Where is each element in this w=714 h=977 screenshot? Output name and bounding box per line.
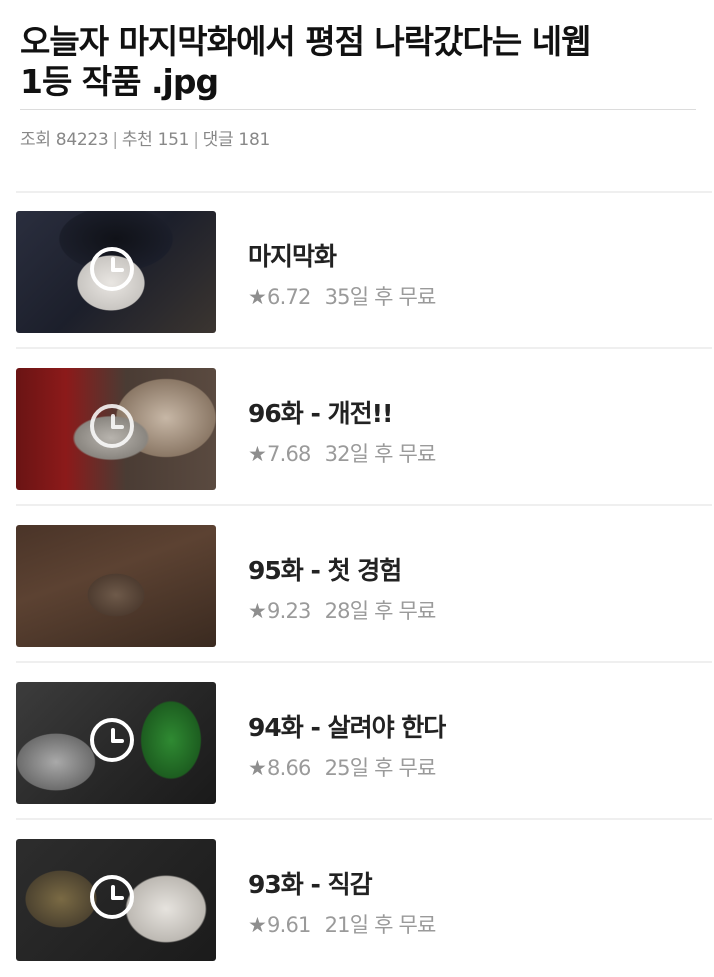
clock-icon: [90, 875, 134, 919]
episode-free-date: 35일 후 무료: [324, 285, 437, 309]
star-icon: ★: [248, 599, 267, 623]
episode-thumbnail[interactable]: [16, 525, 216, 647]
row-divider: [16, 818, 712, 820]
episode-item[interactable]: 93화 - 직감 ★9.61 21일 후 무료: [16, 821, 712, 977]
episode-thumbnail[interactable]: [16, 839, 216, 961]
episode-free-date: 21일 후 무료: [324, 913, 437, 937]
episode-item[interactable]: 96화 - 개전!! ★7.68 32일 후 무료: [16, 350, 712, 506]
recommend-label: 추천: [121, 130, 153, 150]
comments-count: 181: [238, 130, 270, 150]
post-title-line1: 오늘자 마지막화에서 평점 나락갔다는 네웹: [20, 22, 591, 61]
episode-title: 96화 - 개전!!: [248, 399, 393, 428]
episode-info: ★9.61 21일 후 무료: [248, 909, 436, 939]
episode-item[interactable]: 마지막화 ★6.72 35일 후 무료: [16, 193, 712, 349]
episode-info: ★6.72 35일 후 무료: [248, 281, 436, 311]
episode-free-date: 28일 후 무료: [324, 599, 437, 623]
episode-item[interactable]: 94화 - 살려야 한다 ★8.66 25일 후 무료: [16, 664, 712, 820]
star-icon: ★: [248, 913, 267, 937]
star-icon: ★: [248, 285, 267, 309]
views-label: 조회: [20, 130, 51, 150]
episode-rating: 8.66: [267, 756, 311, 780]
episode-title: 95화 - 첫 경험: [248, 556, 402, 585]
episode-info: ★8.66 25일 후 무료: [248, 752, 436, 782]
recommend-count: 151: [157, 130, 190, 150]
post-meta: 조회 84223 | 추천 151 | 댓글 181: [20, 125, 270, 150]
row-divider: [16, 504, 712, 506]
comments-label: 댓글: [202, 130, 234, 150]
episode-item[interactable]: 95화 - 첫 경험 ★9.23 28일 후 무료: [16, 507, 712, 663]
row-divider: [16, 661, 712, 663]
row-divider: [16, 347, 712, 349]
meta-separator: |: [112, 130, 118, 150]
episode-thumbnail[interactable]: [16, 682, 216, 804]
episode-thumbnail[interactable]: [16, 368, 216, 490]
star-icon: ★: [248, 442, 267, 466]
views-count: 84223: [55, 130, 109, 150]
thumbnail-image: [16, 525, 216, 647]
episode-rating: 7.68: [267, 442, 311, 466]
episode-free-date: 25일 후 무료: [324, 756, 437, 780]
episode-rating: 9.61: [267, 913, 311, 937]
episode-title: 94화 - 살려야 한다: [248, 713, 446, 742]
meta-separator: |: [193, 130, 199, 150]
episode-rating: 9.23: [267, 599, 311, 623]
episode-title: 93화 - 직감: [248, 870, 373, 899]
post-title-line2: 1등 작품 .jpg: [20, 62, 219, 101]
title-divider: [20, 109, 696, 110]
episode-rating: 6.72: [267, 285, 311, 309]
clock-icon: [90, 718, 134, 762]
post-title: 오늘자 마지막화에서 평점 나락갔다는 네웹 1등 작품 .jpg: [20, 22, 690, 102]
episode-thumbnail[interactable]: [16, 211, 216, 333]
episode-info: ★9.23 28일 후 무료: [248, 595, 436, 625]
episode-info: ★7.68 32일 후 무료: [248, 438, 436, 468]
episode-free-date: 32일 후 무료: [324, 442, 437, 466]
clock-icon: [90, 404, 134, 448]
clock-icon: [90, 247, 134, 291]
episode-title: 마지막화: [248, 242, 337, 271]
star-icon: ★: [248, 756, 267, 780]
